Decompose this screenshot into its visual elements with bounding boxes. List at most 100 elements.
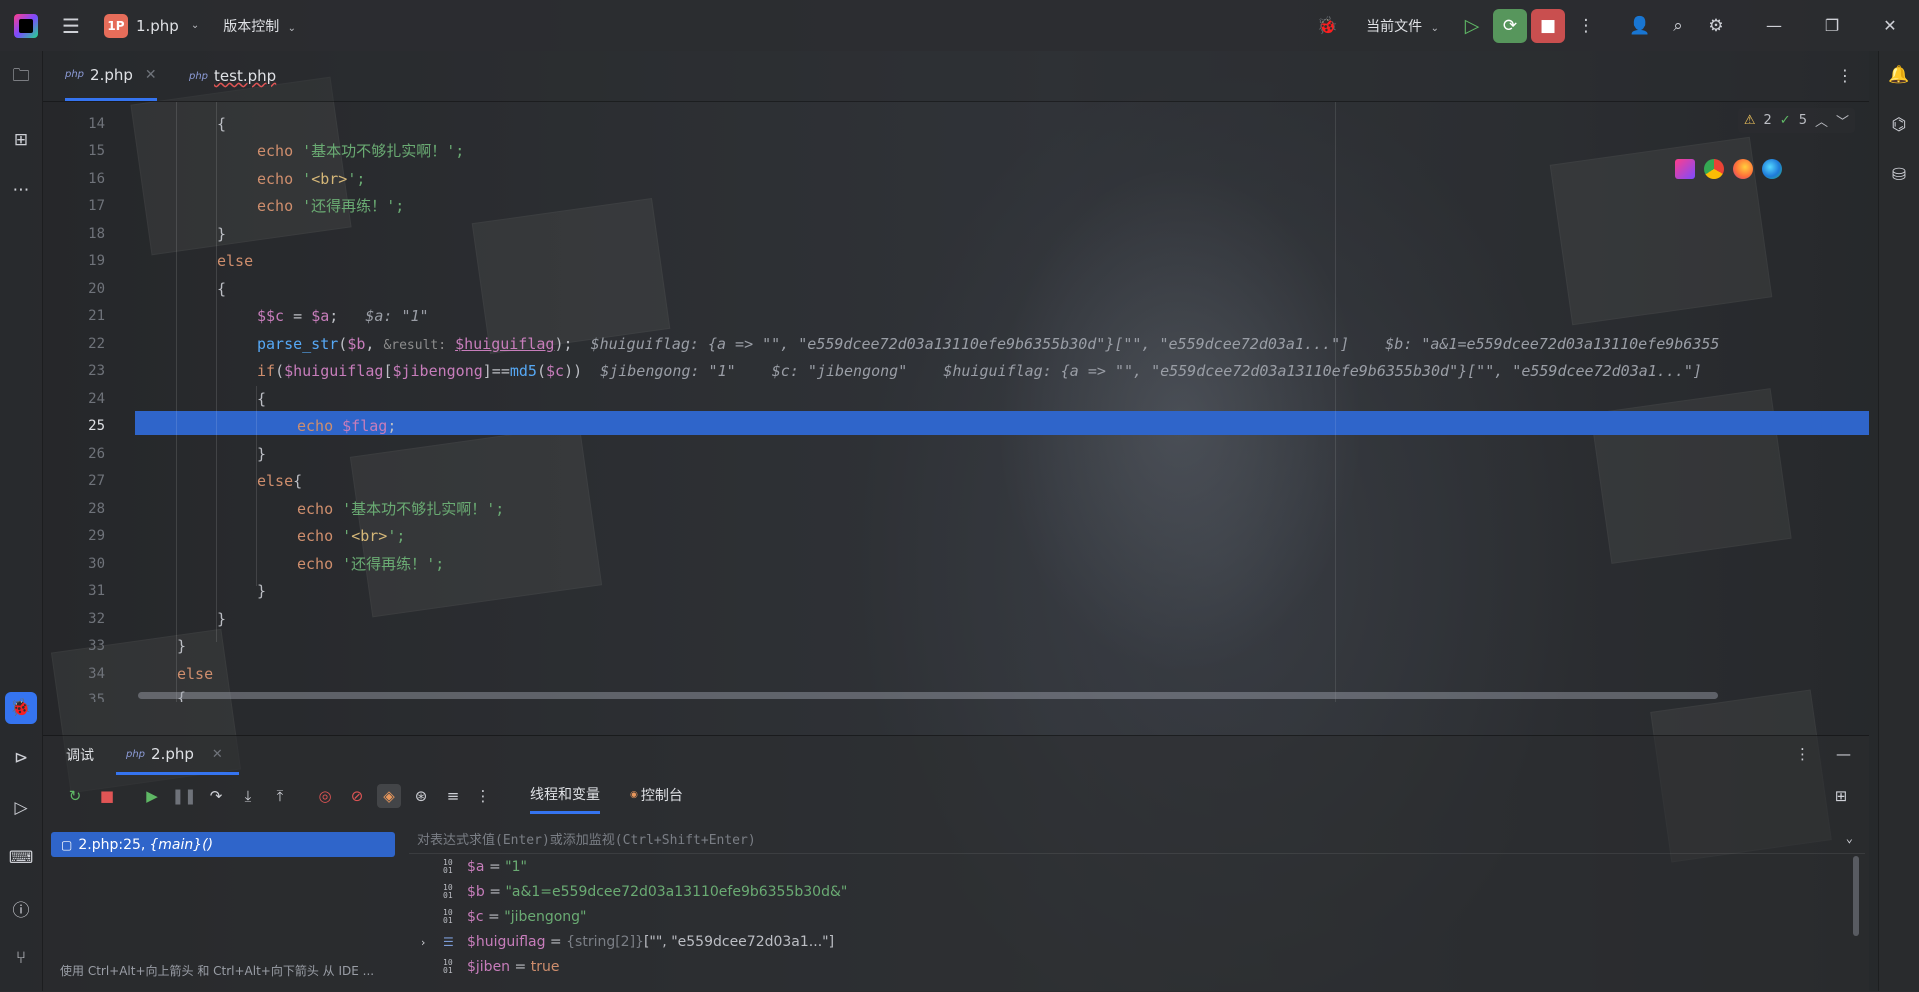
settings-gear-icon[interactable]: ⚙ — [1699, 9, 1733, 43]
project-selector[interactable]: 1P 1.php ⌄ — [103, 13, 199, 38]
subtab-label: 控制台 — [640, 788, 683, 804]
mute-breakpoints-icon[interactable]: ⊘ — [345, 784, 369, 808]
evaluate-icon[interactable]: ⊛ — [409, 784, 433, 808]
debug-header-actions: ⋮ — — [1795, 745, 1851, 763]
view-breakpoints-icon[interactable]: ◎ — [313, 784, 337, 808]
database-icon[interactable]: ⛁ — [1887, 163, 1911, 187]
search-icon[interactable]: ⌕ — [1661, 9, 1695, 43]
notifications-icon[interactable]: 🔔 — [1887, 63, 1911, 87]
code-token: ; — [329, 307, 339, 325]
code-line-20: { — [217, 279, 226, 299]
code-token: $$c — [257, 307, 285, 325]
more-options-icon[interactable]: ⋮ — [1795, 745, 1810, 763]
project-folder-icon[interactable]: 🗀 — [9, 65, 33, 89]
code-token: ' — [342, 527, 352, 545]
hide-panel-icon[interactable]: — — [1836, 745, 1851, 763]
array-type-icon: ☰ — [443, 935, 454, 949]
evaluate-expression-field[interactable]: 对表达式求值(Enter)或添加监视(Ctrl+Shift+Enter) ⌄ — [409, 823, 1865, 854]
previous-highlight-icon[interactable]: ︿ — [1815, 111, 1828, 130]
next-highlight-icon[interactable]: ﹀ — [1836, 111, 1849, 130]
run-icon[interactable]: ▷ — [1455, 9, 1489, 43]
code-token: parse_str — [257, 335, 339, 353]
php-file-icon: php — [189, 70, 209, 82]
variable-row[interactable]: 10 01 $c = "jibengong" — [409, 906, 587, 928]
git-icon[interactable]: ⑂ — [9, 946, 33, 970]
variable-value: "jibengong" — [504, 909, 587, 925]
run-config-selector[interactable]: 当前文件 ⌄ — [1366, 16, 1439, 36]
code-token: } — [217, 610, 227, 628]
restore-window-icon[interactable]: ❐ — [1803, 0, 1861, 51]
code-token: echo — [257, 170, 294, 188]
close-window-icon[interactable]: ✕ — [1861, 0, 1919, 51]
code-token: , — [365, 335, 384, 353]
variable-row[interactable]: 10 01 $a = "1" — [409, 856, 527, 878]
inspection-widget[interactable]: ⚠ 2 ✓ 5 ︿ ﹀ — [1737, 108, 1855, 133]
variable-value: ["", "e559dcee72d03a1..."] — [643, 934, 835, 950]
terminal-icon[interactable]: ⌨ — [9, 846, 34, 870]
variable-row[interactable]: 10 01 $jiben = true — [409, 956, 559, 978]
expand-arrow-icon[interactable]: › — [421, 936, 425, 949]
debug-tool-icon[interactable]: 🐞 — [5, 692, 37, 724]
debug-session-tab[interactable]: php 2.php ✕ — [116, 736, 239, 775]
show-execution-point-icon[interactable]: ≡ — [441, 784, 465, 808]
code-editor[interactable]: 14 15 16 17 18 19 20 21 22 23 24 25 26 2… — [43, 102, 1869, 702]
expand-chevron-icon[interactable]: ⌄ — [1846, 831, 1853, 845]
inline-value-hint: $a: "1" — [365, 307, 429, 325]
code-line-19: else — [217, 251, 253, 271]
firefox-icon[interactable] — [1733, 159, 1753, 179]
code-line-33: } — [177, 636, 186, 656]
variable-row[interactable]: › ☰ $huiguiflag = {string[2]} ["", "e559… — [409, 931, 834, 953]
vcs-menu[interactable]: 版本控制 ⌄ — [223, 16, 296, 36]
pause-icon[interactable]: ❚❚ — [171, 784, 196, 808]
variables-scrollbar[interactable] — [1853, 856, 1859, 936]
resume-icon[interactable]: ▶ — [140, 784, 164, 808]
ai-assistant-icon[interactable]: ⌬ — [1887, 113, 1911, 137]
layout-settings-icon[interactable]: ⊞ — [1829, 784, 1853, 808]
tab-2php[interactable]: php 2.php ✕ — [65, 51, 157, 101]
main-menu-icon[interactable]: ☰ — [62, 14, 80, 38]
rerun-debug-icon[interactable]: ⟳ — [1493, 8, 1527, 43]
more-tools-icon[interactable]: ⋯ — [9, 178, 33, 202]
minimize-window-icon[interactable]: — — [1745, 0, 1803, 51]
code-token: { — [217, 280, 227, 298]
close-session-icon[interactable]: ✕ — [212, 747, 223, 762]
run-tool-icon[interactable]: ▷ — [9, 796, 33, 820]
chrome-icon[interactable] — [1704, 159, 1724, 179]
stack-frame-selected[interactable]: ▢ 2.php:25, {main}() — [51, 832, 395, 857]
tabs-more-icon[interactable]: ⋮ — [1837, 66, 1853, 85]
break-at-first-line-icon[interactable]: ◈ — [377, 784, 401, 808]
edge-icon[interactable] — [1762, 159, 1782, 179]
stop-debug-icon[interactable]: ■ — [95, 784, 119, 808]
more-debug-actions-icon[interactable]: ⋮ — [471, 784, 495, 808]
variable-name: $b — [467, 884, 485, 900]
step-over-icon[interactable]: ↷ — [204, 784, 228, 808]
run-config-label: 当前文件 — [1366, 18, 1423, 35]
tab-threads-variables[interactable]: 线程和变量 — [530, 776, 600, 814]
string-type-icon: 10 01 — [443, 958, 453, 975]
step-into-icon[interactable]: ⤓ — [236, 784, 260, 808]
right-tool-strip: 🔔 ⌬ ⛁ — [1878, 51, 1919, 991]
code-line-27: else{ — [257, 471, 302, 491]
stop-icon[interactable]: ■ — [1531, 8, 1565, 43]
rerun-icon[interactable]: ↻ — [63, 784, 87, 808]
problems-icon[interactable]: ⓘ — [9, 896, 33, 921]
step-out-icon[interactable]: ⤒ — [268, 784, 292, 808]
debug-listen-icon[interactable]: 🐞 — [1310, 9, 1344, 43]
close-tab-icon[interactable]: ✕ — [145, 67, 157, 83]
add-user-icon[interactable]: 👤 — [1623, 9, 1657, 43]
tab-testphp[interactable]: php test.php — [189, 51, 276, 101]
debug-tool-window: 调试 php 2.php ✕ ⋮ — ↻ ■ ▶ ❚❚ ↷ ⤓ ⤒ ◎ ⊘ ◈ … — [43, 735, 1869, 992]
editor-horizontal-scrollbar[interactable] — [138, 692, 1718, 699]
code-token: if — [257, 362, 276, 380]
code-token: '; — [347, 170, 366, 188]
structure-icon[interactable]: ⊞ — [9, 128, 33, 152]
tab-console[interactable]: ◉ 控制台 — [630, 776, 683, 814]
more-actions-icon[interactable]: ⋮ — [1569, 9, 1603, 43]
code-token: echo — [297, 500, 334, 518]
variable-value: "a&1=e559dcee72d03a13110efe9b6355b30d&" — [505, 884, 848, 900]
services-icon[interactable]: ⊳ — [9, 746, 33, 770]
subtab-label: 线程和变量 — [530, 786, 600, 803]
variable-row[interactable]: 10 01 $b = "a&1=e559dcee72d03a13110efe9b6… — [409, 881, 847, 903]
phpstorm-browser-icon[interactable] — [1675, 159, 1695, 179]
phpstorm-logo-icon[interactable] — [14, 13, 38, 38]
